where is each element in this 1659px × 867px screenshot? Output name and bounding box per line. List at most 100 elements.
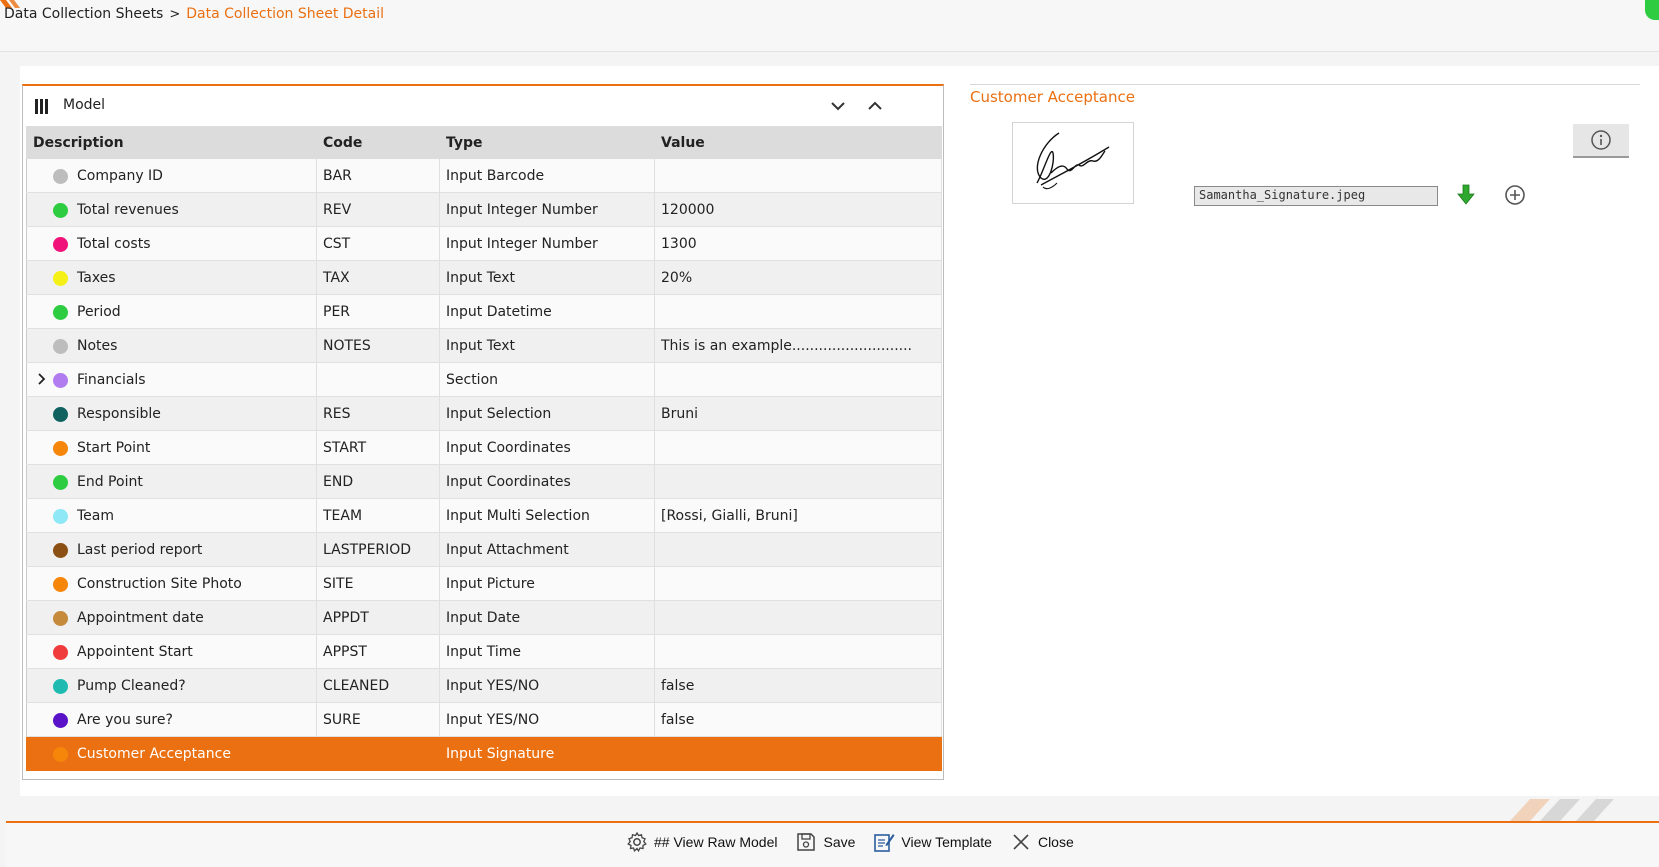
table-header-row: Description Code Type Value xyxy=(26,126,942,159)
row-description: End Point xyxy=(77,473,143,490)
cell-description: Start Point xyxy=(26,430,317,465)
save-button[interactable]: Save xyxy=(795,831,855,853)
model-header: Model xyxy=(23,86,943,126)
table-row[interactable]: Last period report LASTPERIOD Input Attach… xyxy=(26,532,942,567)
row-description: Financials xyxy=(77,371,146,388)
status-dot-icon xyxy=(53,237,68,252)
brand-watermark-icon xyxy=(1510,799,1614,821)
status-dot-icon xyxy=(53,713,68,728)
cell-value: 1300 xyxy=(654,226,942,261)
row-description: Total revenues xyxy=(77,201,179,218)
status-dot-icon xyxy=(53,679,68,694)
table-row[interactable]: Total costs CST Input Integer Number 1300 xyxy=(26,226,942,261)
cell-type: Input Coordinates xyxy=(439,464,655,499)
cell-description: Team xyxy=(26,498,317,533)
chevron-down-icon[interactable] xyxy=(828,96,848,116)
cell-description: Pump Cleaned? xyxy=(26,668,317,703)
cell-type: Input Integer Number xyxy=(439,226,655,261)
cell-code: SITE xyxy=(316,566,440,601)
row-description: Taxes xyxy=(77,269,116,286)
row-description: Appointent Start xyxy=(77,643,193,660)
cell-value: 120000 xyxy=(654,192,942,227)
table-row[interactable]: Financials Section xyxy=(26,362,942,397)
info-button[interactable] xyxy=(1573,124,1629,158)
close-icon xyxy=(1013,834,1029,850)
close-button[interactable]: Close xyxy=(1010,831,1074,853)
detail-title: Customer Acceptance xyxy=(970,88,1135,106)
status-dot-icon xyxy=(53,407,68,422)
cell-type: Input Date xyxy=(439,600,655,635)
cell-type: Input Signature xyxy=(439,736,655,771)
cell-value: false xyxy=(654,702,942,737)
chevron-right-icon[interactable] xyxy=(35,372,49,386)
cell-description: Customer Acceptance xyxy=(26,736,317,771)
cell-code xyxy=(316,736,440,771)
status-dot-icon xyxy=(53,475,68,490)
row-description: Period xyxy=(77,303,121,320)
row-description: Responsible xyxy=(77,405,161,422)
table-row[interactable]: Total revenues REV Input Integer Number 120… xyxy=(26,192,942,227)
info-icon xyxy=(1591,130,1611,150)
view-raw-model-button[interactable]: ## View Raw Model xyxy=(626,831,777,853)
breadcrumb-parent-link[interactable]: Data Collection Sheets xyxy=(4,6,163,22)
cell-value: This is an example......................… xyxy=(654,328,942,363)
table-row[interactable]: Taxes TAX Input Text 20% xyxy=(26,260,942,295)
table-row[interactable]: Company ID BAR Input Barcode xyxy=(26,158,942,193)
status-dot-icon xyxy=(53,203,68,218)
cell-code: END xyxy=(316,464,440,499)
table-row[interactable]: Notes NOTES Input Text This is an example..… xyxy=(26,328,942,363)
cell-type: Input Barcode xyxy=(439,158,655,193)
table-row[interactable]: End Point END Input Coordinates xyxy=(26,464,942,499)
column-header-description[interactable]: Description xyxy=(26,126,317,159)
status-dot-icon xyxy=(53,339,68,354)
download-icon[interactable] xyxy=(1456,184,1476,206)
status-dot-icon xyxy=(53,543,68,558)
column-header-value[interactable]: Value xyxy=(654,126,942,159)
cell-value xyxy=(654,294,942,329)
table-row[interactable]: Appointment date APPDT Input Date xyxy=(26,600,942,635)
cell-description: Taxes xyxy=(26,260,317,295)
status-dot-icon xyxy=(53,577,68,592)
cell-type: Input Picture xyxy=(439,566,655,601)
model-table-body: Company ID BAR Input Barcode Total revenues… xyxy=(26,158,942,771)
table-row[interactable]: Pump Cleaned? CLEANED Input YES/NO false xyxy=(26,668,942,703)
table-row[interactable]: Responsible RES Input Selection Bruni xyxy=(26,396,942,431)
cell-code: RES xyxy=(316,396,440,431)
signature-preview[interactable] xyxy=(1012,122,1134,204)
table-row[interactable]: Are you sure? SURE Input YES/NO false xyxy=(26,702,942,737)
view-template-label: View Template xyxy=(901,834,992,850)
cell-description: Last period report xyxy=(26,532,317,567)
view-template-button[interactable]: View Template xyxy=(873,831,992,853)
table-row[interactable]: Team TEAM Input Multi Selection [Rossi, Gia… xyxy=(26,498,942,533)
cell-code: TAX xyxy=(316,260,440,295)
cell-value xyxy=(654,430,942,465)
cell-value xyxy=(654,362,942,397)
cell-code: REV xyxy=(316,192,440,227)
table-row[interactable]: Period PER Input Datetime xyxy=(26,294,942,329)
column-header-type[interactable]: Type xyxy=(439,126,655,159)
model-title: Model xyxy=(63,97,106,113)
column-header-code[interactable]: Code xyxy=(316,126,440,159)
file-name-field[interactable]: Samantha_Signature.jpeg xyxy=(1194,186,1438,206)
cell-code: CST xyxy=(316,226,440,261)
breadcrumb-separator: > xyxy=(169,6,181,22)
columns-icon[interactable] xyxy=(35,99,49,114)
content-panel: Model Description Code Type Value Compan… xyxy=(20,66,1659,796)
edit-document-icon xyxy=(874,834,895,852)
cell-description: Responsible xyxy=(26,396,317,431)
table-row[interactable]: Customer Acceptance Input Signature xyxy=(26,736,942,771)
cell-description: Company ID xyxy=(26,158,317,193)
table-row[interactable]: Start Point START Input Coordinates xyxy=(26,430,942,465)
table-row[interactable]: Appointent Start APPST Input Time xyxy=(26,634,942,669)
cell-type: Input Multi Selection xyxy=(439,498,655,533)
cell-description: Appointment date xyxy=(26,600,317,635)
chevron-up-icon[interactable] xyxy=(865,96,885,116)
footer-toolbar: ## View Raw Model Save View Template Clo… xyxy=(6,821,1659,867)
cell-value xyxy=(654,736,942,771)
cell-description: End Point xyxy=(26,464,317,499)
cell-type: Input Coordinates xyxy=(439,430,655,465)
cell-type: Input Time xyxy=(439,634,655,669)
table-row[interactable]: Construction Site Photo SITE Input Picture xyxy=(26,566,942,601)
add-circle-icon[interactable] xyxy=(1504,184,1526,206)
main-area: Model Description Code Type Value Compan… xyxy=(6,52,1659,797)
